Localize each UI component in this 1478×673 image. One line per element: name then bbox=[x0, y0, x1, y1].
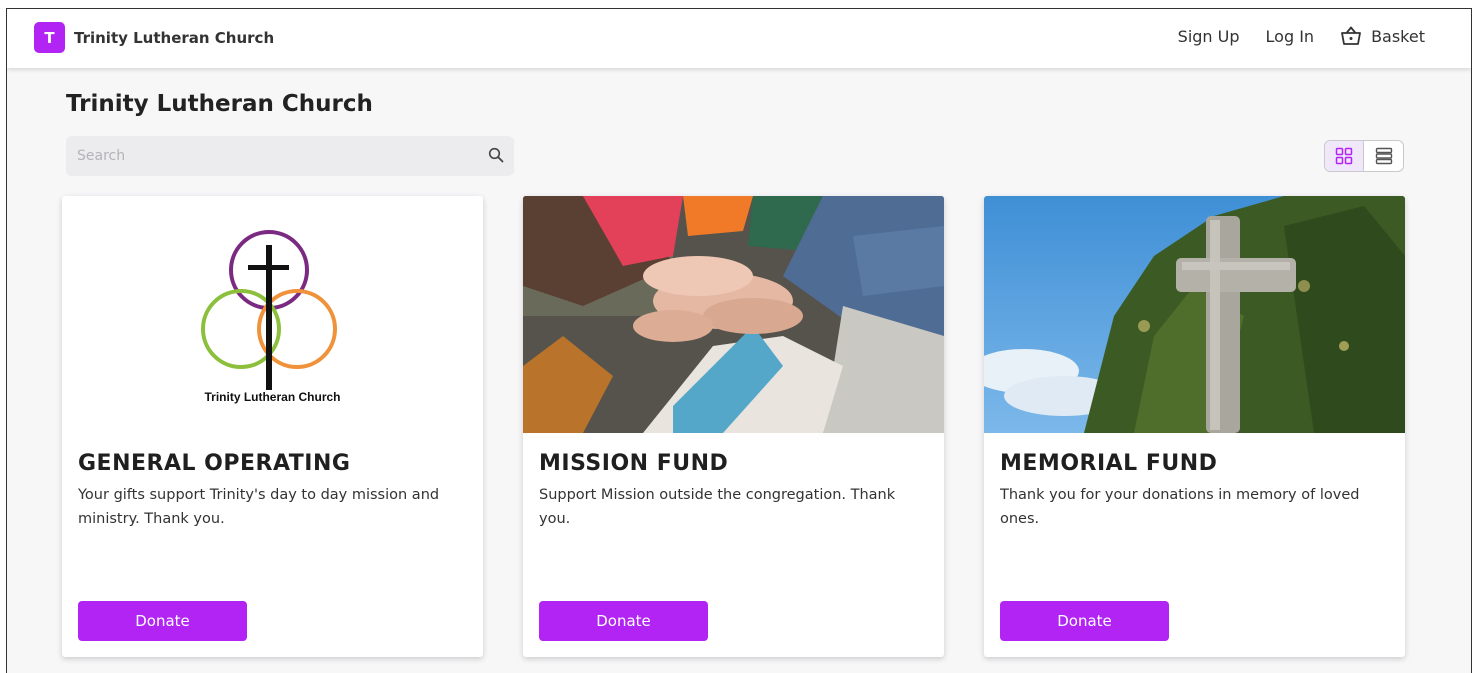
grid-icon bbox=[1335, 147, 1353, 165]
stone-cross-icon bbox=[984, 196, 1405, 433]
church-logo-image: Trinity Lutheran Church bbox=[62, 196, 483, 433]
nav-links: Sign Up Log In Basket bbox=[1152, 26, 1425, 46]
hands-photo-icon bbox=[523, 196, 944, 433]
login-link[interactable]: Log In bbox=[1266, 27, 1315, 46]
donate-button[interactable]: Donate bbox=[1000, 601, 1169, 641]
fund-title: MEMORIAL FUND bbox=[1000, 451, 1218, 476]
list-view-button[interactable] bbox=[1364, 141, 1403, 171]
page-title: Trinity Lutheran Church bbox=[66, 91, 373, 117]
hands-together-photo bbox=[523, 196, 944, 433]
basket-label: Basket bbox=[1371, 26, 1425, 46]
brand-logo-badge: T bbox=[34, 22, 65, 53]
search-input[interactable] bbox=[66, 136, 514, 176]
stone-cross-photo bbox=[984, 196, 1405, 433]
search-icon[interactable] bbox=[488, 147, 504, 163]
fund-description: Your gifts support Trinity's day to day … bbox=[78, 487, 440, 527]
brand-name: Trinity Lutheran Church bbox=[74, 28, 275, 47]
search-box bbox=[66, 136, 514, 176]
basket-link[interactable]: Basket bbox=[1340, 26, 1425, 46]
top-navbar: T Trinity Lutheran Church Sign Up Log In… bbox=[7, 9, 1471, 68]
fund-card-general-operating: Trinity Lutheran Church GENERAL OPERATIN… bbox=[62, 196, 483, 657]
fund-card-memorial-fund: MEMORIAL FUND Thank you for your donatio… bbox=[984, 196, 1405, 657]
signup-link[interactable]: Sign Up bbox=[1178, 27, 1240, 46]
fund-card-mission-fund: MISSION FUND Support Mission outside the… bbox=[523, 196, 944, 657]
list-icon bbox=[1375, 147, 1392, 165]
fund-title: MISSION FUND bbox=[539, 451, 729, 476]
brand-link[interactable]: T Trinity Lutheran Church bbox=[34, 22, 274, 53]
donate-button[interactable]: Donate bbox=[539, 601, 708, 641]
fund-description: Support Mission outside the congregation… bbox=[539, 487, 896, 527]
fund-description: Thank you for your donations in memory o… bbox=[1000, 487, 1360, 527]
basket-icon bbox=[1341, 26, 1361, 45]
grid-view-button[interactable] bbox=[1325, 141, 1365, 171]
app-frame: T Trinity Lutheran Church Sign Up Log In… bbox=[6, 8, 1472, 673]
donate-button[interactable]: Donate bbox=[78, 601, 247, 641]
logo-caption: Trinity Lutheran Church bbox=[204, 390, 341, 404]
view-toggle bbox=[1324, 140, 1404, 172]
fund-title: GENERAL OPERATING bbox=[78, 451, 351, 476]
